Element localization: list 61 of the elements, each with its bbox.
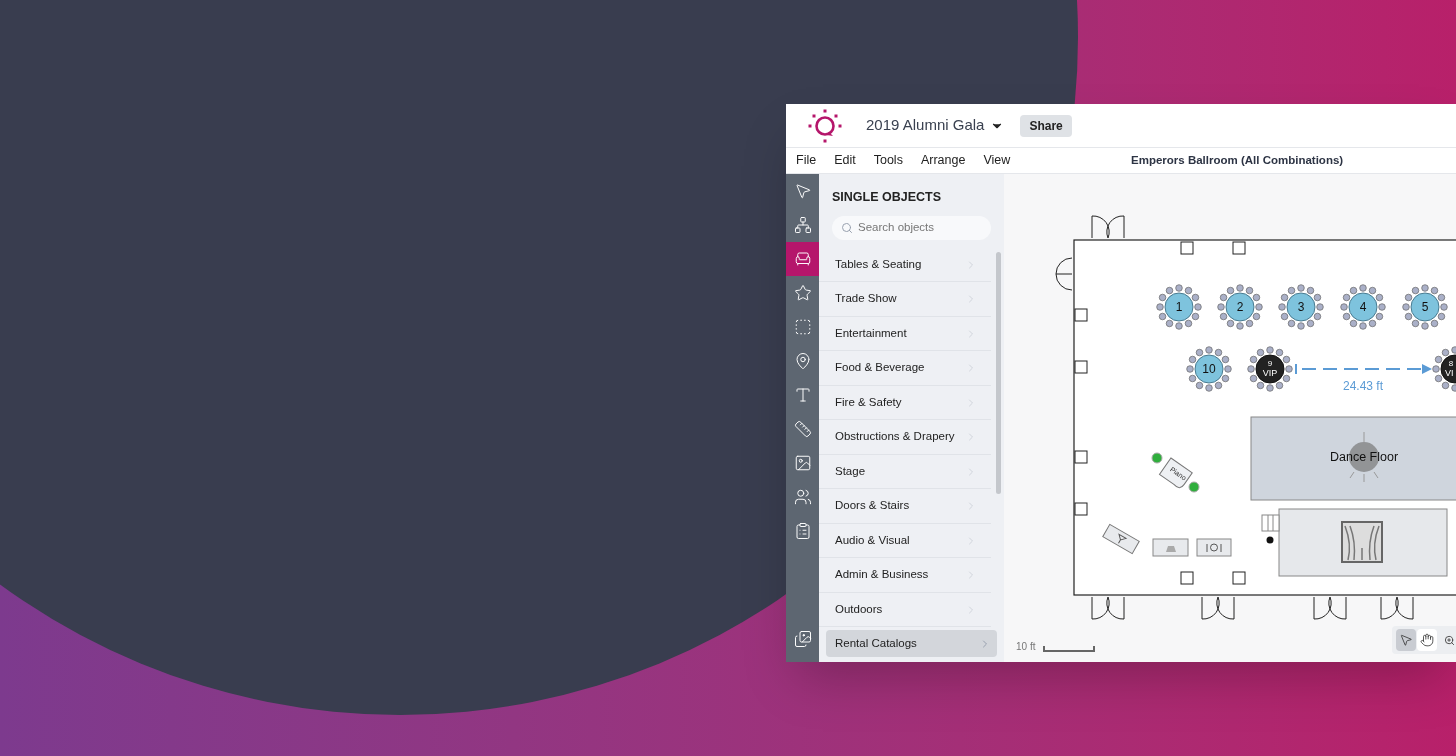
menu-item[interactable]: Arrange <box>920 151 966 170</box>
column <box>1232 571 1246 585</box>
category-item[interactable]: Food & Beverage <box>819 351 991 386</box>
round-table <box>1217 284 1263 330</box>
round-table <box>1156 284 1202 330</box>
piano <box>1158 457 1193 489</box>
table-number: 5 <box>1421 300 1429 314</box>
category-item[interactable]: Outdoors <box>819 592 991 628</box>
chair-icon[interactable] <box>786 242 819 276</box>
measurement-label: 24.43 ft <box>1343 379 1383 393</box>
category-item[interactable]: Tables & Seating <box>819 247 991 283</box>
rental-catalogs-item[interactable]: Rental Catalogs <box>826 630 997 657</box>
search-field[interactable]: Search objects <box>832 215 991 240</box>
table-number: 8 <box>1448 359 1454 368</box>
table-tag: VI <box>1445 368 1454 378</box>
menu-item[interactable]: Tools <box>873 151 903 170</box>
plant-icon <box>1188 481 1200 493</box>
category-item[interactable]: Audio & Visual <box>819 523 991 559</box>
event-title: 2019 Alumni Gala <box>866 115 985 136</box>
round-table <box>1340 284 1386 330</box>
table-number: 4 <box>1359 300 1367 314</box>
table-tag: VIP <box>1262 368 1278 378</box>
search-input[interactable]: Search objects <box>858 219 978 237</box>
table-number: 9 <box>1267 359 1273 368</box>
round-table <box>1402 284 1448 330</box>
menu-item[interactable]: View <box>983 151 1011 170</box>
table-number: 3 <box>1297 300 1305 314</box>
search-icon <box>841 221 853 234</box>
category-item[interactable]: Stage <box>819 454 991 490</box>
table-number: 10 <box>1202 362 1216 376</box>
post-dot <box>1266 536 1274 544</box>
scale-bar <box>1043 646 1096 652</box>
round-table <box>1278 284 1324 330</box>
pointer-icon[interactable] <box>1396 629 1416 651</box>
category-item[interactable]: Admin & Business <box>819 558 991 593</box>
category-item[interactable]: Entertainment <box>819 316 991 352</box>
menu-item[interactable]: Edit <box>834 151 856 170</box>
dinner-table <box>1196 538 1232 557</box>
menu-item[interactable]: File <box>796 151 817 170</box>
hand-icon[interactable] <box>1417 629 1437 651</box>
category-item[interactable]: Doors & Stairs <box>819 489 991 524</box>
scale-label: 10 ft <box>1016 640 1036 654</box>
table-number: 2 <box>1236 300 1244 314</box>
category-item[interactable]: Obstructions & Drapery <box>819 420 991 455</box>
stage-steps <box>1261 514 1280 532</box>
category-item[interactable]: Trade Show <box>819 282 991 317</box>
plant-icon <box>1151 452 1163 464</box>
scrollbar-thumb[interactable] <box>996 251 1001 494</box>
dance-floor-label: Dance Floor <box>1329 450 1399 464</box>
round-table <box>1186 346 1232 392</box>
column <box>1180 571 1194 585</box>
zoom-in-icon[interactable] <box>1444 634 1455 646</box>
round-table <box>1247 346 1293 392</box>
share-button[interactable]: Share <box>1020 114 1072 137</box>
layout-name: Emperors Ballroom (All Combinations) <box>1131 152 1344 168</box>
category-item[interactable]: Fire & Safety <box>819 385 991 421</box>
panel-title: SINGLE OBJECTS <box>832 189 943 206</box>
curtain-icon <box>1341 521 1383 563</box>
cake-table <box>1152 538 1189 557</box>
table-number: 1 <box>1175 300 1183 314</box>
logo-icon <box>808 108 842 143</box>
